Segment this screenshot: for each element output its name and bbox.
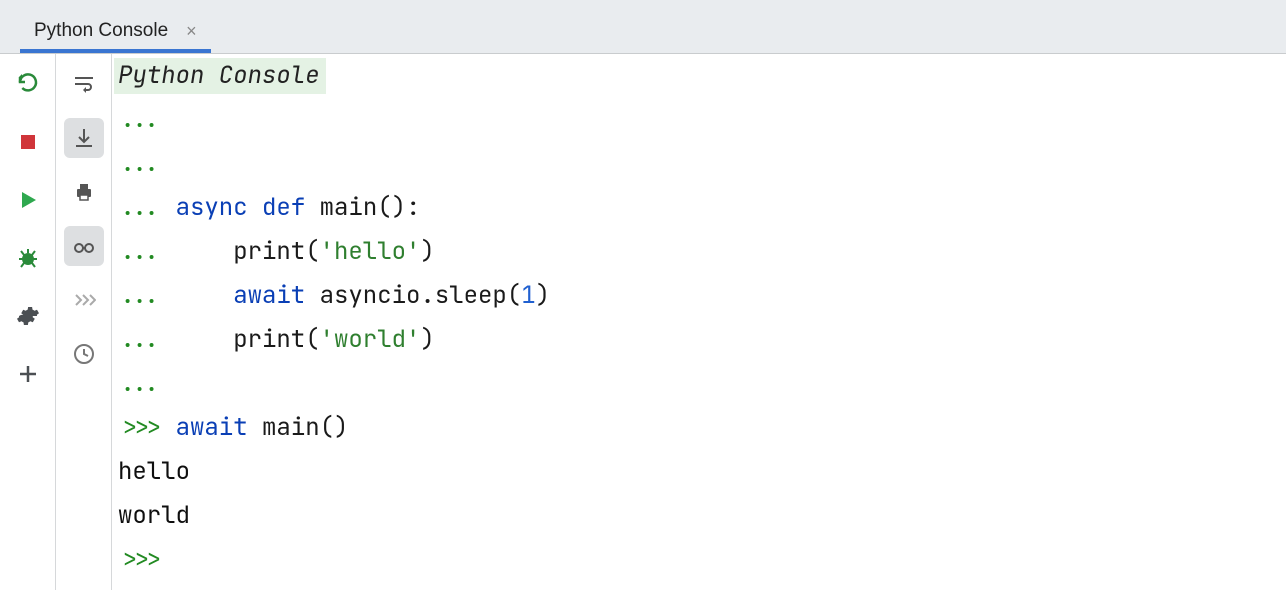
console-line: >>> <box>114 538 1286 582</box>
console-line: ... await asyncio.sleep(1) <box>114 274 1286 318</box>
add-button[interactable] <box>8 354 48 394</box>
tab-bar: Python Console × <box>0 0 1286 54</box>
soft-wrap-button[interactable] <box>64 64 104 104</box>
stop-icon <box>16 130 40 154</box>
console-line: ... <box>114 98 1286 142</box>
stop-button[interactable] <box>8 122 48 162</box>
scroll-to-end-button[interactable] <box>64 118 104 158</box>
console-body: Python Console ......... async def main(… <box>0 54 1286 590</box>
tab-label: Python Console <box>34 20 168 42</box>
console-title: Python Console <box>114 58 326 94</box>
console-line: world <box>114 494 1286 538</box>
scroll-end-icon <box>72 126 96 150</box>
console-output[interactable]: Python Console ......... async def main(… <box>112 54 1286 590</box>
console-line: ... <box>114 362 1286 406</box>
rerun-button[interactable] <box>8 64 48 104</box>
run-icon <box>16 188 40 212</box>
history-icon <box>72 342 96 366</box>
rerun-icon <box>16 72 40 96</box>
console-line: ... print('hello') <box>114 230 1286 274</box>
command-queue-button[interactable] <box>64 280 104 320</box>
console-line: ... <box>114 142 1286 186</box>
console-line: hello <box>114 450 1286 494</box>
gear-icon <box>16 304 40 328</box>
glasses-icon <box>72 234 96 258</box>
tab-python-console[interactable]: Python Console × <box>20 13 211 53</box>
history-button[interactable] <box>64 334 104 374</box>
close-icon[interactable]: × <box>186 21 197 42</box>
plus-icon <box>16 362 40 386</box>
console-line: >>> await main() <box>114 406 1286 450</box>
console-line: ... async def main(): <box>114 186 1286 230</box>
print-icon <box>72 180 96 204</box>
show-vars-button[interactable] <box>64 226 104 266</box>
right-toolbar <box>56 54 112 590</box>
console-line: ... print('world') <box>114 318 1286 362</box>
debug-button[interactable] <box>8 238 48 278</box>
settings-button[interactable] <box>8 296 48 336</box>
soft-wrap-icon <box>72 72 96 96</box>
left-toolbar <box>0 54 56 590</box>
bug-icon <box>16 246 40 270</box>
run-button[interactable] <box>8 180 48 220</box>
print-button[interactable] <box>64 172 104 212</box>
command-queue-icon <box>72 288 96 312</box>
